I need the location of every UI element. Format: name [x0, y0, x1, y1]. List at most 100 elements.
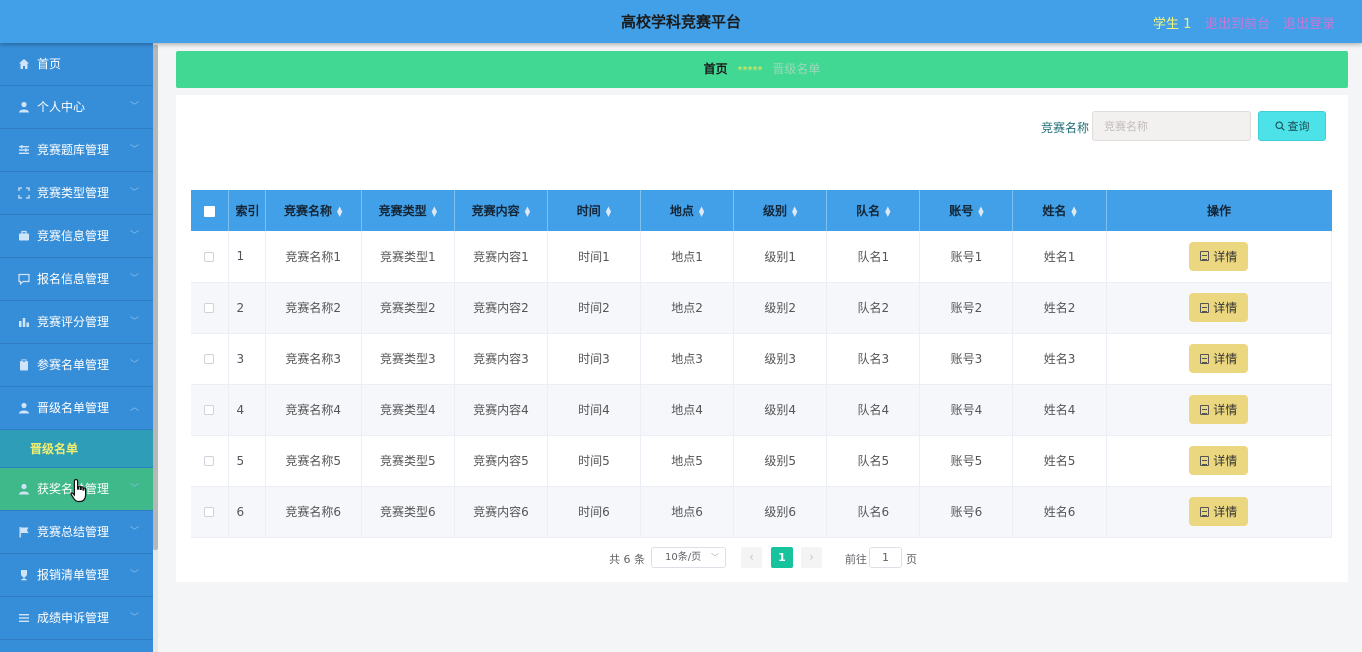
sidebar-item-registration-info[interactable]: 报名信息管理 ﹀ — [0, 258, 153, 301]
cell-index: 3 — [228, 333, 266, 385]
breadcrumb-home[interactable]: 首页 — [704, 62, 728, 76]
trophy-icon — [18, 569, 30, 581]
cell-name: 竞赛名称2 — [265, 282, 362, 334]
cell-content: 竞赛内容4 — [454, 384, 548, 436]
column-header-index: 索引 — [228, 190, 266, 231]
column-header-person[interactable]: 姓名 ▲ ▼ — [1012, 190, 1107, 231]
detail-button[interactable]: 详情 — [1189, 446, 1249, 475]
cell-place: 地点5 — [640, 435, 735, 487]
detail-button[interactable]: 详情 — [1189, 241, 1249, 271]
column-header-label: 级别 — [763, 204, 788, 218]
sidebar-item-grade-appeal[interactable]: 成绩申诉管理 ﹀ — [0, 597, 153, 640]
sidebar-item-question-bank[interactable]: 竞赛题库管理 ﹀ — [0, 129, 153, 172]
next-page-button[interactable]: › — [801, 547, 822, 568]
sidebar: 首页 个人中心 ﹀ 竞赛题库管理 ﹀ 竞赛类型管理 ﹀ 竞赛信息管理 ﹀ 报名信… — [0, 43, 153, 652]
cell-level: 级别5 — [733, 435, 828, 487]
submenu-item-promotion-list[interactable]: 晋级名单 — [0, 430, 153, 468]
sidebar-item-summary[interactable]: 竞赛总结管理 ﹀ — [0, 511, 153, 554]
sidebar-item-label: 报销清单管理 — [37, 568, 110, 582]
chevron-down-icon: ﹀ — [129, 317, 139, 327]
column-header-name[interactable]: 竞赛名称 ▲ ▼ — [265, 190, 362, 231]
exit-to-front-link[interactable]: 退出到前台 — [1205, 13, 1270, 32]
cell-index: 2 — [228, 282, 266, 334]
search-label: 竞赛名称 — [1041, 121, 1090, 135]
sort-icon[interactable]: ▲ ▼ — [978, 205, 983, 217]
row-select-cell[interactable] — [191, 231, 229, 283]
pagination-total: 共 6 条 — [609, 553, 645, 566]
sort-icon[interactable]: ▲ ▼ — [885, 205, 890, 217]
column-header-label: 竞赛类型 — [378, 204, 427, 218]
column-header-label: 姓名 — [1042, 204, 1067, 218]
sort-icon[interactable]: ▲ ▼ — [699, 205, 704, 217]
search-input[interactable] — [1092, 111, 1251, 141]
detail-button-label: 详情 — [1213, 352, 1238, 366]
row-select-cell[interactable] — [191, 282, 229, 334]
row-checkbox[interactable] — [204, 405, 215, 415]
sort-icon[interactable]: ▲ ▼ — [432, 205, 437, 217]
goto-page-input[interactable] — [869, 547, 902, 568]
page-size-select[interactable]: 10条/页 ﹀ — [651, 547, 726, 568]
sidebar-item-participant-list[interactable]: 参赛名单管理 ﹀ — [0, 344, 153, 387]
column-header-type[interactable]: 竞赛类型 ▲ ▼ — [361, 190, 455, 231]
cell-content: 竞赛内容2 — [454, 282, 548, 334]
sidebar-item-home[interactable]: 首页 — [0, 43, 153, 86]
scrollbar-thumb[interactable] — [153, 45, 158, 550]
row-select-cell[interactable] — [191, 384, 229, 436]
logout-link[interactable]: 退出登录 — [1283, 13, 1335, 32]
detail-button[interactable]: 详情 — [1189, 497, 1249, 526]
chevron-down-icon: ﹀ — [129, 102, 139, 112]
cell-level: 级别2 — [733, 282, 828, 334]
sort-icon[interactable]: ▲ ▼ — [337, 205, 342, 217]
cell-time: 时间4 — [547, 384, 642, 436]
detail-button[interactable]: 详情 — [1189, 293, 1249, 322]
cell-team: 队名5 — [826, 435, 921, 487]
sort-icon[interactable]: ▲ ▼ — [525, 205, 530, 217]
cell-person: 姓名1 — [1012, 231, 1107, 283]
row-select-cell[interactable] — [191, 486, 229, 538]
select-all-checkbox[interactable] — [203, 205, 215, 217]
cell-person: 姓名4 — [1012, 384, 1107, 436]
page-number-current[interactable]: 1 — [771, 547, 793, 568]
detail-button[interactable]: 详情 — [1189, 395, 1249, 424]
row-select-cell[interactable] — [191, 333, 229, 385]
column-header-time[interactable]: 时间 ▲ ▼ — [547, 190, 642, 231]
column-header-label: 地点 — [669, 204, 694, 218]
column-header-level[interactable]: 级别 ▲ ▼ — [733, 190, 828, 231]
prev-page-button[interactable]: ‹ — [741, 547, 762, 568]
sidebar-item-scoring[interactable]: 竞赛评分管理 ﹀ — [0, 301, 153, 344]
sidebar-item-personal-center[interactable]: 个人中心 ﹀ — [0, 86, 153, 129]
cell-type: 竞赛类型1 — [361, 231, 455, 283]
row-select-cell[interactable] — [191, 435, 229, 487]
document-icon — [1200, 251, 1210, 262]
select-all-cell[interactable] — [191, 190, 229, 231]
row-checkbox[interactable] — [204, 303, 215, 313]
search-button[interactable]: 查询 — [1258, 111, 1326, 141]
column-header-place[interactable]: 地点 ▲ ▼ — [640, 190, 735, 231]
home-icon — [18, 58, 30, 70]
column-header-account[interactable]: 账号 ▲ ▼ — [919, 190, 1014, 231]
row-checkbox[interactable] — [204, 251, 215, 262]
sort-icon[interactable]: ▲ ▼ — [792, 205, 797, 217]
sidebar-item-competition-type[interactable]: 竞赛类型管理 ﹀ — [0, 172, 153, 215]
sidebar-item-promotion-list[interactable]: 晋级名单管理 ︿ — [0, 387, 153, 430]
cell-level: 级别6 — [733, 486, 828, 538]
cell-team: 队名4 — [826, 384, 921, 436]
cell-place: 地点4 — [640, 384, 735, 436]
column-header-team[interactable]: 队名 ▲ ▼ — [826, 190, 921, 231]
cell-person: 姓名6 — [1012, 486, 1107, 538]
detail-button[interactable]: 详情 — [1189, 344, 1249, 373]
sidebar-scrollbar[interactable] — [153, 43, 158, 652]
sidebar-item-reimbursement[interactable]: 报销清单管理 ﹀ — [0, 554, 153, 597]
breadcrumb: 首页 ***** 晋级名单 — [176, 51, 1348, 88]
chart-icon — [18, 316, 30, 328]
row-checkbox[interactable] — [204, 354, 215, 364]
search-icon — [1274, 121, 1285, 131]
sort-icon[interactable]: ▲ ▼ — [1071, 205, 1076, 217]
column-header-label: 时间 — [576, 204, 601, 218]
sidebar-item-competition-info[interactable]: 竞赛信息管理 ﹀ — [0, 215, 153, 258]
sort-icon[interactable]: ▲ ▼ — [606, 205, 611, 217]
cell-name: 竞赛名称6 — [265, 486, 362, 538]
row-checkbox[interactable] — [204, 456, 215, 466]
row-checkbox[interactable] — [204, 507, 215, 517]
column-header-content[interactable]: 竞赛内容 ▲ ▼ — [454, 190, 548, 231]
